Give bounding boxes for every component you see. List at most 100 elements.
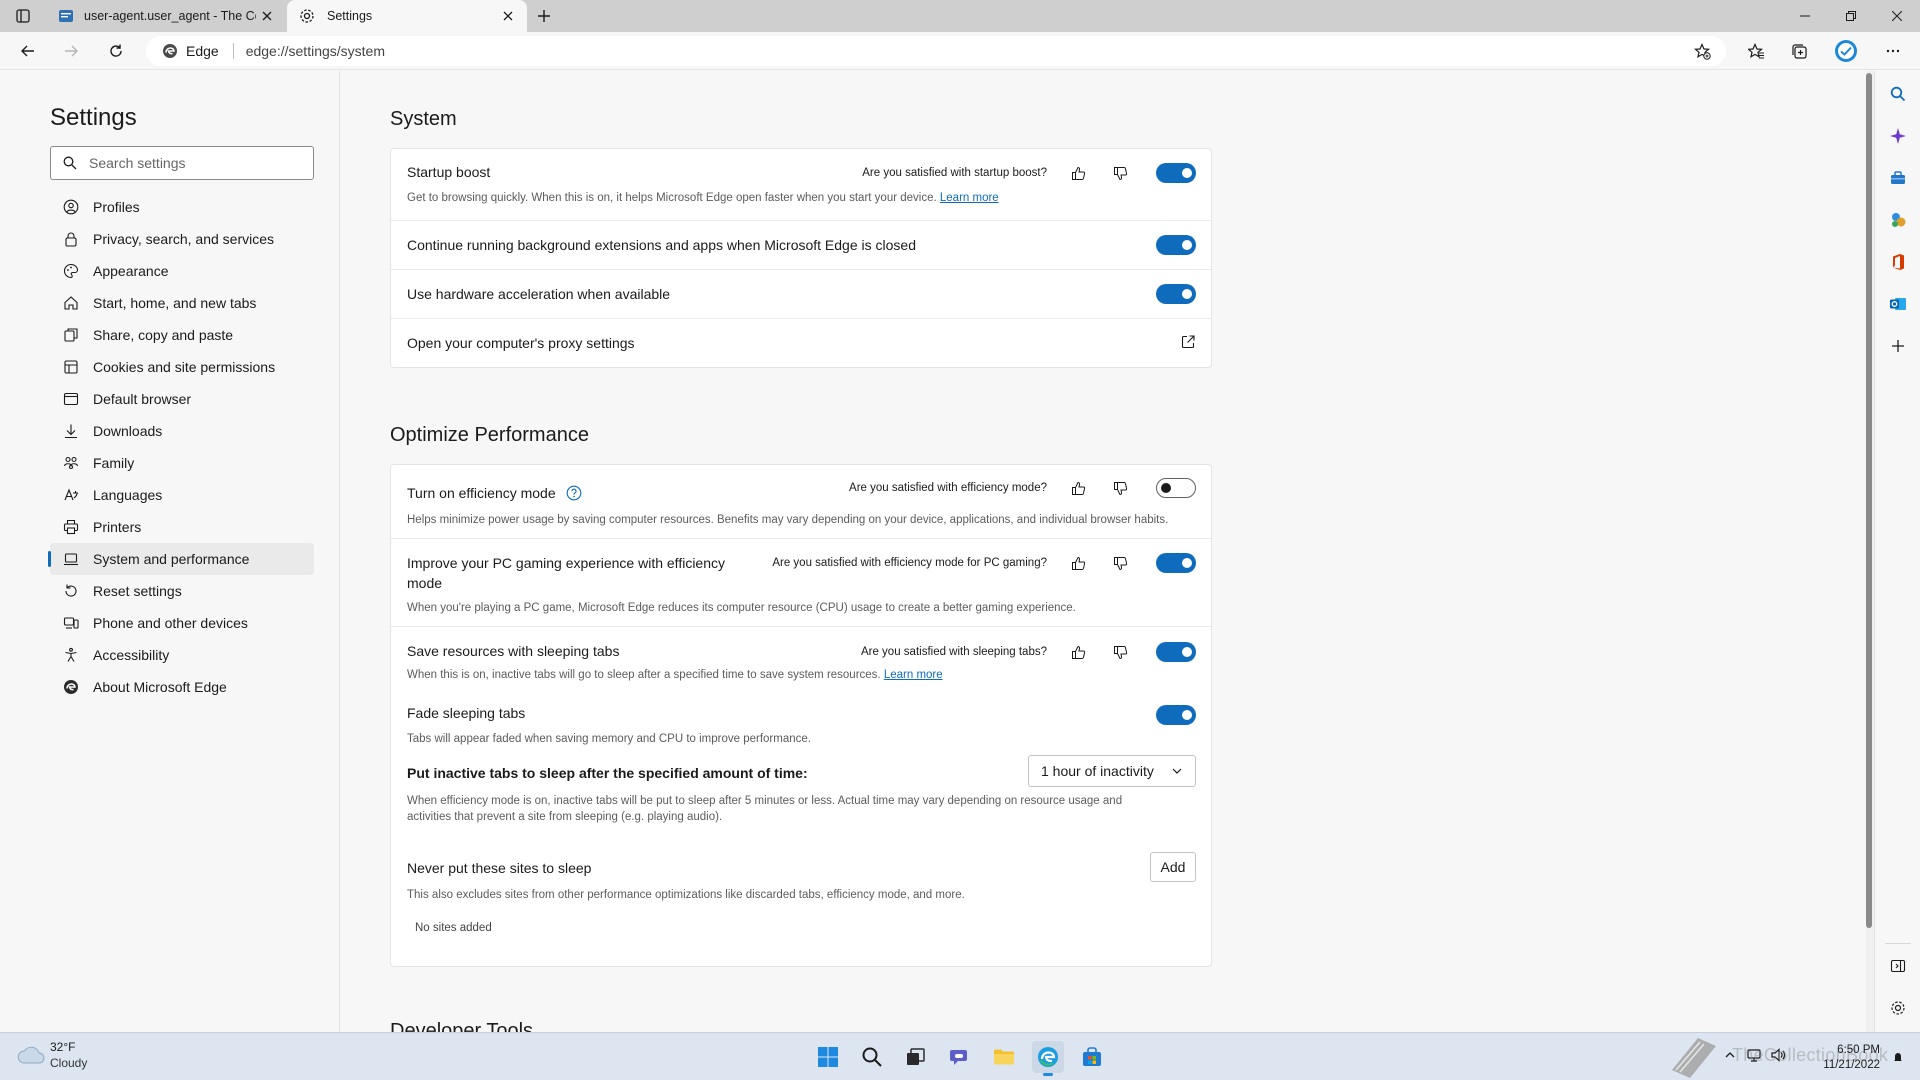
close-window-button[interactable] — [1874, 0, 1920, 32]
sparkle-icon[interactable] — [1885, 123, 1911, 149]
search-icon — [861, 1046, 883, 1068]
learn-more-link[interactable]: Learn more — [884, 669, 943, 681]
sidebar-search-icon[interactable] — [1885, 81, 1911, 107]
sidebar-item-start-home[interactable]: Start, home, and new tabs — [50, 287, 314, 319]
thumbs-up-icon[interactable] — [1065, 478, 1091, 498]
gaming-feedback: Are you satisfied with efficiency mode f… — [772, 553, 1133, 573]
forward-button[interactable] — [56, 36, 86, 66]
setting-title: Open your computer's proxy settings — [407, 335, 635, 351]
address-bar[interactable]: Edge edge://settings/system — [146, 36, 1726, 66]
thumbs-up-icon[interactable] — [1065, 163, 1091, 183]
printer-icon — [62, 518, 80, 536]
sidebar-item-reset[interactable]: Reset settings — [50, 575, 314, 607]
tab-settings[interactable]: Settings — [287, 0, 527, 32]
task-view-icon — [906, 1047, 926, 1067]
minimize-button[interactable] — [1782, 0, 1828, 32]
tools-icon[interactable] — [1885, 165, 1911, 191]
edge-logo-icon — [62, 678, 80, 696]
scrollbar-thumb[interactable] — [1866, 73, 1872, 928]
file-explorer-button[interactable] — [988, 1041, 1020, 1073]
proxy-row[interactable]: Open your computer's proxy settings — [391, 319, 1211, 367]
clock-time: 6:50 PM — [1837, 1044, 1880, 1056]
settings-more-button[interactable] — [1878, 36, 1908, 66]
taskbar-search-button[interactable] — [856, 1041, 888, 1073]
favorites-button[interactable] — [1741, 36, 1771, 66]
sidebar-item-languages[interactable]: Languages — [50, 479, 314, 511]
vertical-scrollbar[interactable] — [1866, 71, 1874, 1032]
sidebar-item-about[interactable]: About Microsoft Edge — [50, 671, 314, 703]
book-logo-icon — [1668, 1034, 1720, 1080]
tab-user-agent[interactable]: user-agent.user_agent - The Col — [48, 0, 284, 32]
gaming-toggle[interactable] — [1156, 553, 1196, 573]
fade-tabs-toggle[interactable] — [1156, 705, 1196, 725]
weather-widget[interactable]: 32°F Cloudy — [16, 1039, 87, 1071]
sidebar-item-accessibility[interactable]: Accessibility — [50, 639, 314, 671]
sidebar-item-system-performance[interactable]: System and performance — [48, 543, 314, 575]
laptop-icon — [62, 550, 80, 568]
setting-title: Startup boost — [407, 164, 491, 180]
sleeping-tabs-toggle[interactable] — [1156, 642, 1196, 662]
title-line: Improve your PC gaming experience with e… — [407, 555, 726, 571]
new-tab-button[interactable] — [529, 1, 559, 31]
notification-icon[interactable] — [1892, 1051, 1904, 1063]
sidebar-item-label: Downloads — [93, 423, 163, 439]
palette-icon — [62, 262, 80, 280]
add-favorite-icon[interactable] — [1694, 43, 1711, 60]
search-input[interactable] — [89, 155, 289, 171]
sidebar-item-printers[interactable]: Printers — [50, 511, 314, 543]
close-tab-icon[interactable] — [260, 9, 274, 23]
help-icon[interactable] — [566, 485, 582, 501]
sidebar-item-family[interactable]: Family — [50, 447, 314, 479]
add-icon[interactable] — [1885, 333, 1911, 359]
profile-button[interactable] — [1831, 36, 1861, 66]
thumbs-up-icon[interactable] — [1065, 642, 1091, 662]
sidebar-item-share-copy[interactable]: Share, copy and paste — [50, 319, 314, 351]
thumbs-down-icon[interactable] — [1107, 642, 1133, 662]
outlook-icon[interactable] — [1885, 291, 1911, 317]
minimize-icon — [1800, 11, 1810, 21]
tab-actions-button[interactable] — [8, 1, 38, 31]
thumbs-down-icon[interactable] — [1107, 553, 1133, 573]
sidebar-divider — [1885, 943, 1911, 944]
office-icon[interactable] — [1885, 249, 1911, 275]
edge-taskbar-button[interactable] — [1032, 1041, 1064, 1076]
clock[interactable]: 6:50 PM 11/21/2022 — [1808, 1043, 1880, 1073]
external-link-icon[interactable] — [1180, 334, 1196, 350]
games-icon[interactable] — [1885, 207, 1911, 233]
sidebar-item-label: Family — [93, 455, 135, 471]
search-settings[interactable] — [50, 146, 314, 180]
close-tab-icon[interactable] — [501, 9, 515, 23]
start-button[interactable] — [812, 1041, 844, 1073]
sidebar-item-profiles[interactable]: Profiles — [50, 191, 314, 223]
thumbs-up-icon[interactable] — [1065, 553, 1091, 573]
teams-chat-button[interactable] — [944, 1041, 976, 1073]
collections-button[interactable] — [1784, 36, 1814, 66]
sidebar-item-phone[interactable]: Phone and other devices — [50, 607, 314, 639]
sidebar-item-privacy[interactable]: Privacy, search, and services — [50, 223, 314, 255]
windows-logo-icon — [817, 1046, 839, 1068]
hide-sidebar-icon[interactable] — [1885, 953, 1911, 979]
sidebar-item-appearance[interactable]: Appearance — [50, 255, 314, 287]
task-view-button[interactable] — [900, 1041, 932, 1073]
sidebar-item-cookies[interactable]: Cookies and site permissions — [50, 351, 314, 383]
add-site-button[interactable]: Add — [1150, 852, 1196, 882]
phone-icon — [62, 614, 80, 632]
learn-more-link[interactable]: Learn more — [940, 192, 999, 204]
refresh-button[interactable] — [101, 36, 131, 66]
restore-button[interactable] — [1828, 0, 1874, 32]
sidebar-item-downloads[interactable]: Downloads — [50, 415, 314, 447]
sidebar-settings-icon[interactable] — [1885, 995, 1911, 1021]
sidebar-item-default-browser[interactable]: Default browser — [50, 383, 314, 415]
thumbs-down-icon[interactable] — [1107, 478, 1133, 498]
background-apps-toggle[interactable] — [1156, 235, 1196, 255]
hardware-accel-toggle[interactable] — [1156, 284, 1196, 304]
efficiency-mode-toggle[interactable] — [1156, 478, 1196, 498]
sleep-timeout-dropdown[interactable]: 1 hour of inactivity — [1028, 755, 1196, 787]
home-icon — [62, 294, 80, 312]
store-icon — [1081, 1046, 1103, 1068]
thumbs-down-icon[interactable] — [1107, 163, 1133, 183]
sidebar-item-label: Accessibility — [93, 647, 170, 663]
back-button[interactable] — [13, 36, 43, 66]
startup-boost-toggle[interactable] — [1156, 163, 1196, 183]
store-button[interactable] — [1076, 1041, 1108, 1073]
